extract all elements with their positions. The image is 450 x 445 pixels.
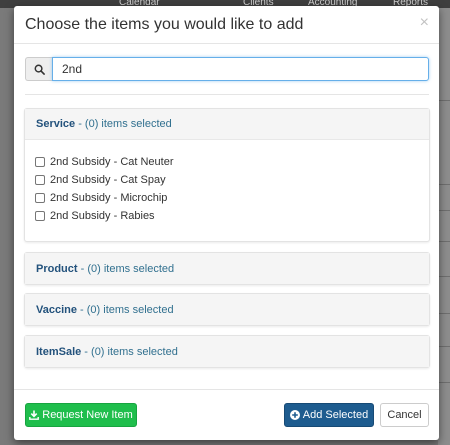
item-checkbox[interactable]: [35, 175, 45, 185]
list-item[interactable]: 2nd Subsidy - Rabies: [35, 207, 419, 225]
search-input[interactable]: [52, 57, 429, 81]
panel-selected-count: - (0) items selected: [76, 303, 174, 316]
item-checkbox[interactable]: [35, 157, 45, 167]
list-item[interactable]: 2nd Subsidy - Cat Neuter: [35, 153, 419, 171]
panel-selected-count: - (0) items selected: [75, 118, 172, 130]
modal-footer: Request New Item Add Selected Cancel: [14, 389, 439, 440]
panel-product: Product - (0) items selected: [24, 252, 430, 285]
item-label: 2nd Subsidy - Rabies: [50, 210, 155, 222]
panel-selected-count: - (0) items selected: [77, 262, 175, 275]
panel-selected-count: - (0) items selected: [81, 345, 178, 358]
panel-body-service: 2nd Subsidy - Cat Neuter 2nd Subsidy - C…: [25, 140, 429, 241]
item-label: 2nd Subsidy - Cat Neuter: [50, 156, 174, 168]
item-label: 2nd Subsidy - Cat Spay: [50, 174, 166, 186]
list-item[interactable]: 2nd Subsidy - Cat Spay: [35, 171, 419, 189]
divider: [25, 94, 429, 95]
panel-vaccine: Vaccine - (0) items selected: [24, 293, 430, 326]
modal-header: Choose the items you would like to add ×: [14, 6, 439, 44]
request-new-item-button[interactable]: Request New Item: [25, 403, 137, 427]
panel-category-label: ItemSale: [36, 345, 82, 358]
panel-heading-product[interactable]: Product - (0) items selected: [25, 253, 429, 284]
item-checkbox[interactable]: [35, 193, 45, 203]
close-icon[interactable]: ×: [420, 15, 429, 31]
panel-category-label: Vaccine: [36, 303, 77, 316]
add-selected-button[interactable]: Add Selected: [284, 403, 374, 427]
request-new-item-label: Request New Item: [42, 409, 133, 421]
plus-circle-icon: [289, 410, 300, 420]
panel-heading-vaccine[interactable]: Vaccine - (0) items selected: [25, 294, 429, 325]
add-items-modal: Choose the items you would like to add ×…: [14, 6, 439, 440]
panel-category-label: Product: [36, 262, 78, 275]
item-checkbox[interactable]: [35, 211, 45, 221]
search-icon: [25, 57, 52, 81]
download-icon: [29, 410, 40, 420]
cancel-button[interactable]: Cancel: [380, 403, 429, 427]
panel-heading-service[interactable]: Service - (0) items selected: [25, 109, 429, 140]
panel-heading-itemsale[interactable]: ItemSale - (0) items selected: [25, 336, 429, 367]
item-label: 2nd Subsidy - Microchip: [50, 192, 168, 204]
add-selected-label: Add Selected: [302, 409, 369, 421]
panel-service: Service - (0) items selected 2nd Subsidy…: [24, 108, 430, 242]
panel-category-label: Service: [36, 118, 76, 130]
panel-itemsale: ItemSale - (0) items selected: [24, 335, 430, 368]
list-item[interactable]: 2nd Subsidy - Microchip: [35, 189, 419, 207]
search-group: [25, 57, 429, 81]
background-table-edge: [438, 8, 450, 445]
modal-title: Choose the items you would like to add: [25, 16, 304, 33]
